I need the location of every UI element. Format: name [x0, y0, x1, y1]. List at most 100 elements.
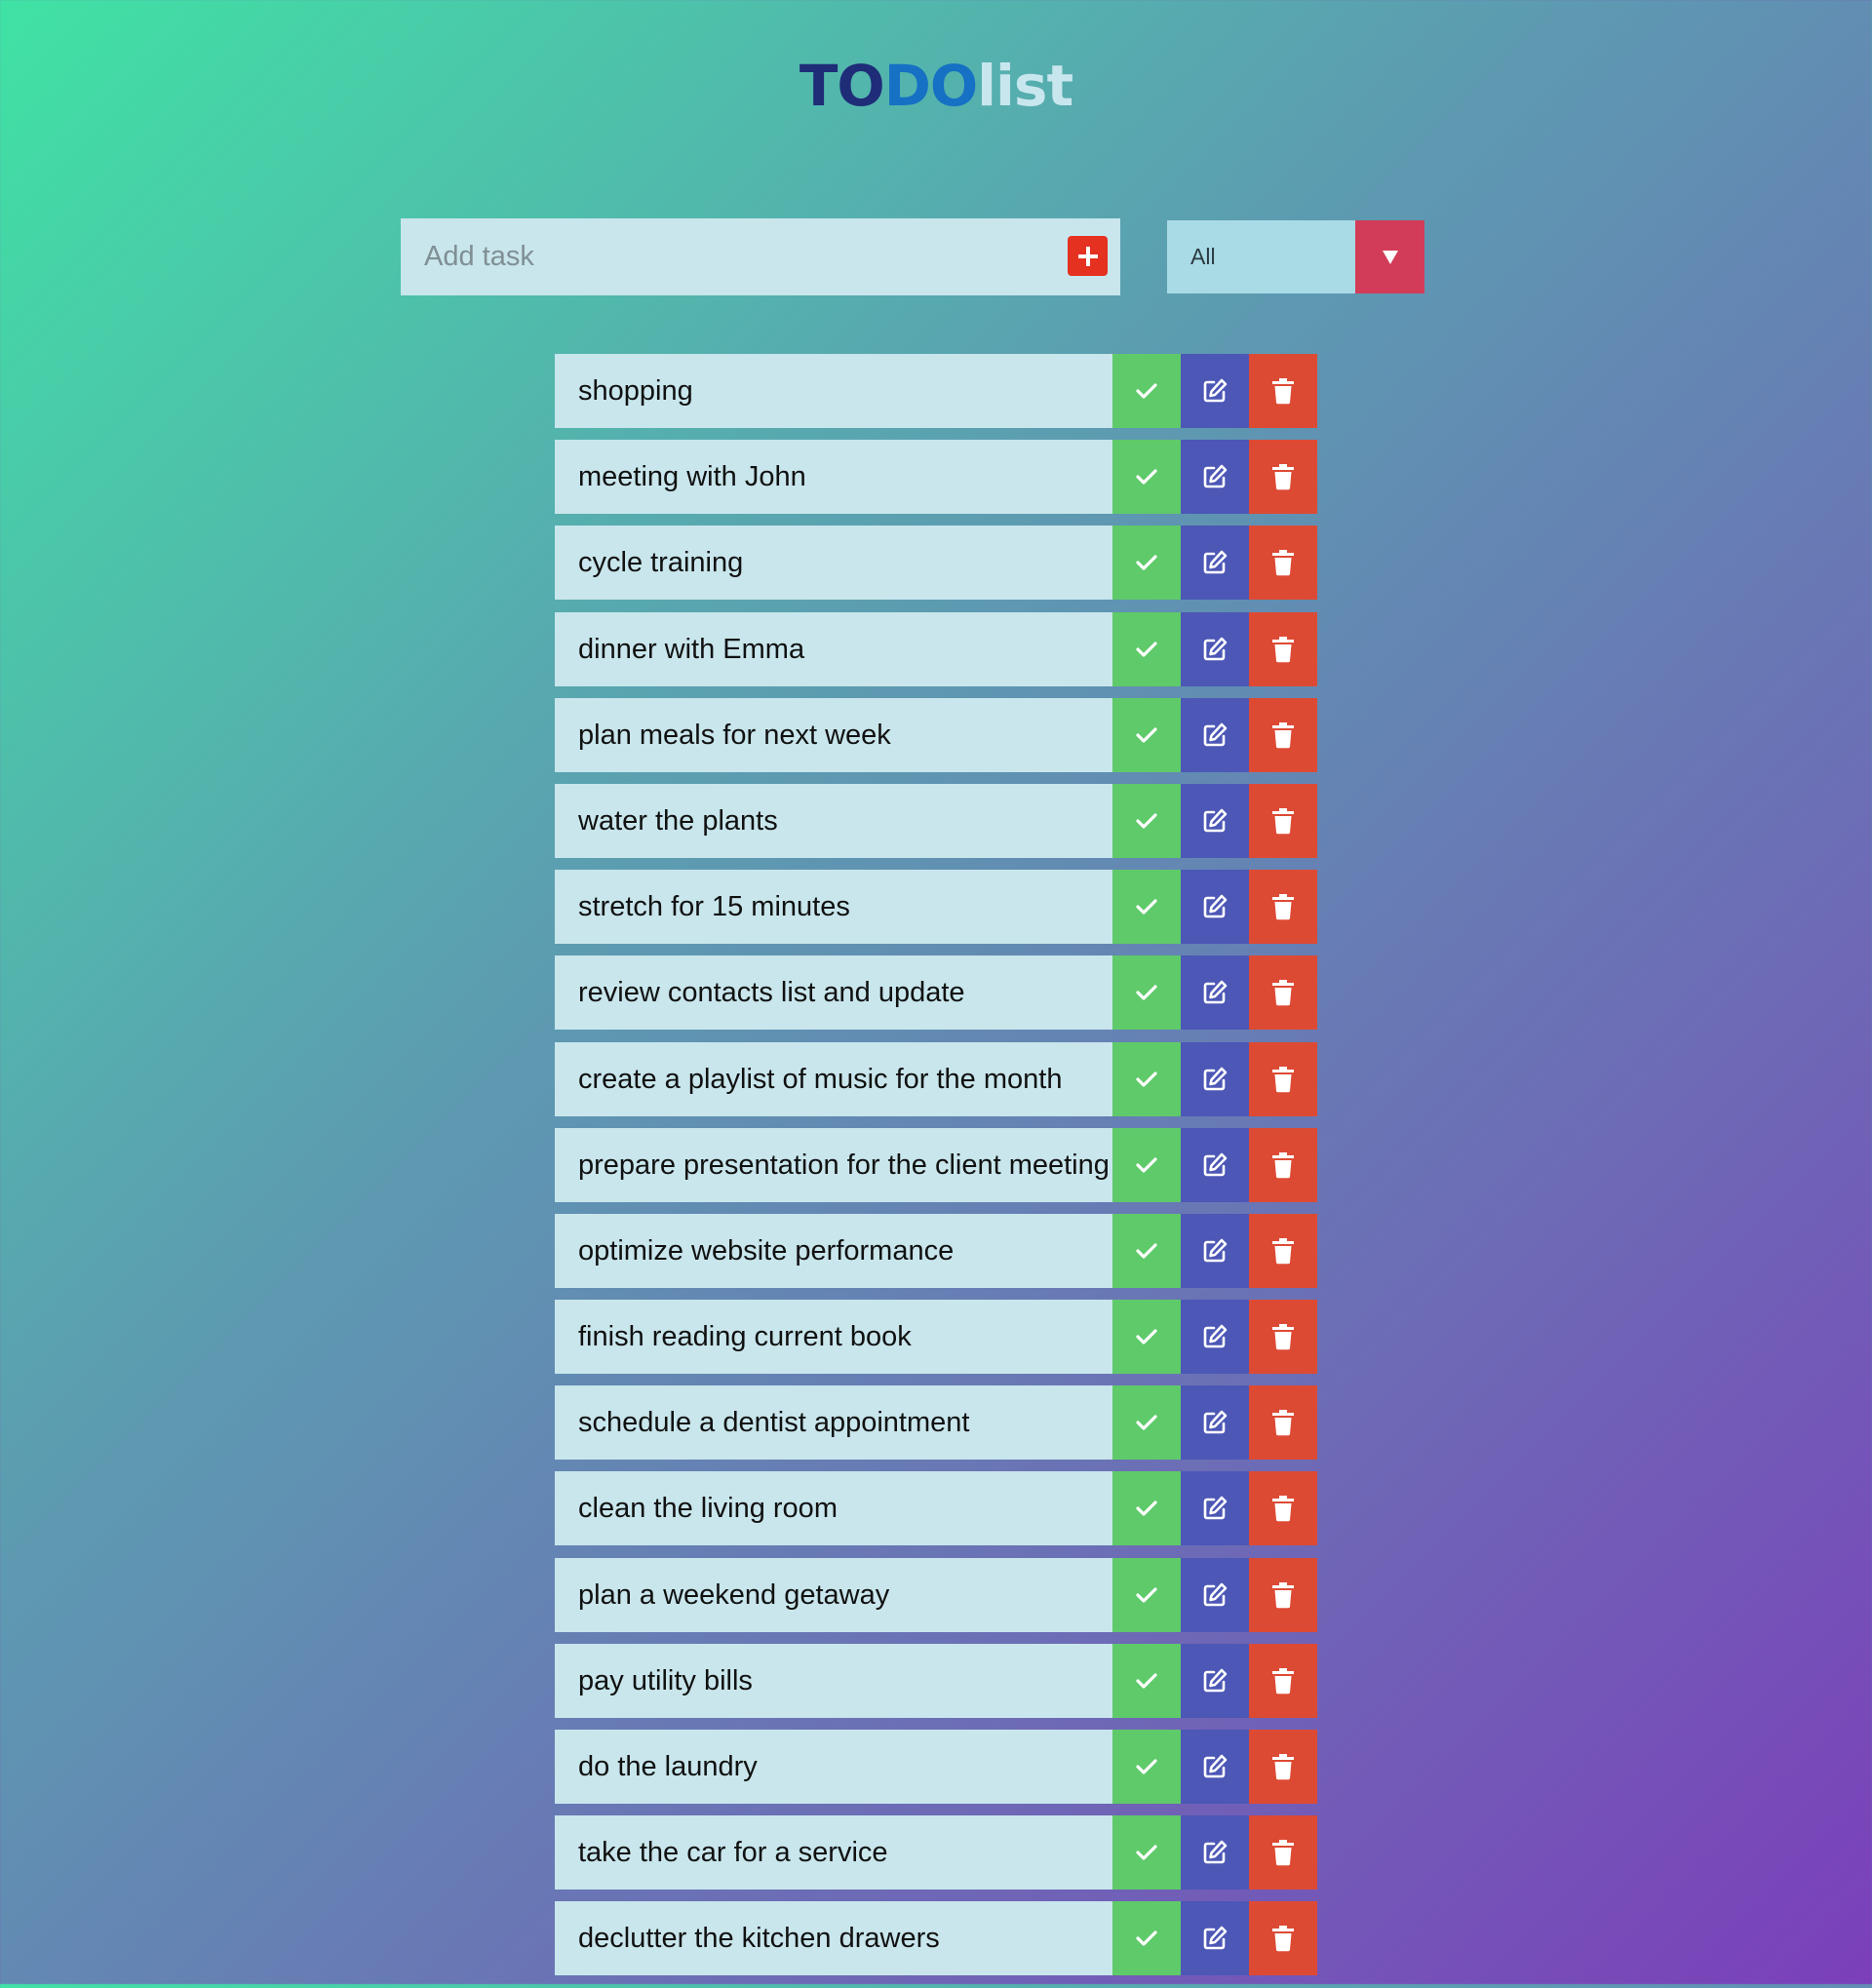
task-label: finish reading current book — [555, 1300, 1112, 1375]
complete-task-button[interactable] — [1112, 1815, 1181, 1891]
delete-task-button[interactable] — [1249, 1300, 1317, 1375]
trash-icon — [1272, 1410, 1294, 1436]
filter-select[interactable]: All — [1167, 220, 1424, 293]
delete-task-button[interactable] — [1249, 697, 1317, 772]
edit-task-button[interactable] — [1181, 870, 1249, 945]
add-task-input[interactable] — [401, 218, 1064, 295]
trash-icon — [1272, 1840, 1294, 1866]
complete-task-button[interactable] — [1112, 1730, 1181, 1804]
task-row: water the plants — [555, 783, 1317, 858]
complete-task-button[interactable] — [1112, 955, 1181, 1031]
delete-task-button[interactable] — [1249, 1557, 1317, 1632]
trash-icon — [1272, 980, 1294, 1006]
title-part-to: TO — [799, 53, 885, 119]
edit-task-button[interactable] — [1181, 1385, 1249, 1461]
edit-task-button[interactable] — [1181, 1557, 1249, 1632]
complete-task-button[interactable] — [1112, 354, 1181, 428]
complete-task-button[interactable] — [1112, 1213, 1181, 1288]
add-task-button[interactable] — [1068, 236, 1108, 276]
complete-task-button[interactable] — [1112, 1901, 1181, 1976]
edit-task-button[interactable] — [1181, 526, 1249, 601]
complete-task-button[interactable] — [1112, 1300, 1181, 1375]
edit-icon — [1203, 894, 1228, 918]
delete-task-button[interactable] — [1249, 611, 1317, 686]
delete-task-button[interactable] — [1249, 1213, 1317, 1288]
trash-icon — [1272, 378, 1294, 405]
edit-task-button[interactable] — [1181, 1041, 1249, 1116]
edit-task-button[interactable] — [1181, 1815, 1249, 1891]
task-label: pay utility bills — [555, 1643, 1112, 1718]
complete-task-button[interactable] — [1112, 1127, 1181, 1202]
delete-task-button[interactable] — [1249, 955, 1317, 1031]
check-icon — [1136, 1071, 1157, 1087]
check-icon — [1136, 1673, 1157, 1689]
check-icon — [1136, 1759, 1157, 1774]
complete-task-button[interactable] — [1112, 526, 1181, 601]
edit-task-button[interactable] — [1181, 697, 1249, 772]
edit-task-button[interactable] — [1181, 1471, 1249, 1546]
complete-task-button[interactable] — [1112, 1643, 1181, 1718]
check-icon — [1136, 1157, 1157, 1173]
delete-task-button[interactable] — [1249, 1901, 1317, 1976]
edit-task-button[interactable] — [1181, 1901, 1249, 1976]
edit-task-button[interactable] — [1181, 1127, 1249, 1202]
complete-task-button[interactable] — [1112, 697, 1181, 772]
task-row: create a playlist of music for the month — [555, 1041, 1317, 1116]
edit-icon — [1203, 464, 1228, 488]
check-icon — [1136, 727, 1157, 743]
trash-icon — [1272, 1324, 1294, 1350]
delete-task-button[interactable] — [1249, 870, 1317, 945]
edit-task-button[interactable] — [1181, 783, 1249, 858]
edit-icon — [1203, 1668, 1228, 1693]
check-icon — [1136, 555, 1157, 570]
delete-task-button[interactable] — [1249, 1471, 1317, 1546]
edit-task-button[interactable] — [1181, 354, 1249, 428]
trash-icon — [1272, 1496, 1294, 1522]
delete-task-button[interactable] — [1249, 1643, 1317, 1718]
complete-task-button[interactable] — [1112, 1041, 1181, 1116]
complete-task-button[interactable] — [1112, 1385, 1181, 1461]
task-row: review contacts list and update — [555, 955, 1317, 1031]
edit-icon — [1203, 808, 1228, 833]
delete-task-button[interactable] — [1249, 440, 1317, 515]
task-row: optimize website performance — [555, 1213, 1317, 1288]
complete-task-button[interactable] — [1112, 611, 1181, 686]
task-row: take the car for a service — [555, 1815, 1317, 1891]
complete-task-button[interactable] — [1112, 870, 1181, 945]
delete-task-button[interactable] — [1249, 354, 1317, 428]
filter-dropdown-button[interactable] — [1355, 220, 1424, 293]
edit-task-button[interactable] — [1181, 955, 1249, 1031]
complete-task-button[interactable] — [1112, 440, 1181, 515]
delete-task-button[interactable] — [1249, 1815, 1317, 1891]
triangle-down-icon — [1382, 250, 1398, 264]
complete-task-button[interactable] — [1112, 783, 1181, 858]
task-label: optimize website performance — [555, 1213, 1112, 1288]
edit-task-button[interactable] — [1181, 1730, 1249, 1804]
task-row: plan a weekend getaway — [555, 1557, 1317, 1632]
edit-task-button[interactable] — [1181, 1643, 1249, 1718]
check-icon — [1136, 383, 1157, 399]
task-label: declutter the kitchen drawers — [555, 1901, 1112, 1976]
task-label: dinner with Emma — [555, 611, 1112, 686]
edit-task-button[interactable] — [1181, 1213, 1249, 1288]
edit-task-button[interactable] — [1181, 1300, 1249, 1375]
check-icon — [1136, 1501, 1157, 1517]
edit-task-button[interactable] — [1181, 440, 1249, 515]
complete-task-button[interactable] — [1112, 1471, 1181, 1546]
delete-task-button[interactable] — [1249, 783, 1317, 858]
delete-task-button[interactable] — [1249, 1385, 1317, 1461]
trash-icon — [1272, 1667, 1294, 1695]
edit-task-button[interactable] — [1181, 611, 1249, 686]
delete-task-button[interactable] — [1249, 1041, 1317, 1116]
trash-icon — [1272, 894, 1294, 920]
check-icon — [1136, 1329, 1157, 1345]
task-row: plan meals for next week — [555, 697, 1317, 772]
task-row: pay utility bills — [555, 1643, 1317, 1718]
delete-task-button[interactable] — [1249, 1127, 1317, 1202]
plus-icon — [1077, 246, 1098, 266]
delete-task-button[interactable] — [1249, 526, 1317, 601]
delete-task-button[interactable] — [1249, 1730, 1317, 1804]
trash-icon — [1272, 807, 1294, 835]
edit-icon — [1203, 637, 1228, 660]
complete-task-button[interactable] — [1112, 1557, 1181, 1632]
